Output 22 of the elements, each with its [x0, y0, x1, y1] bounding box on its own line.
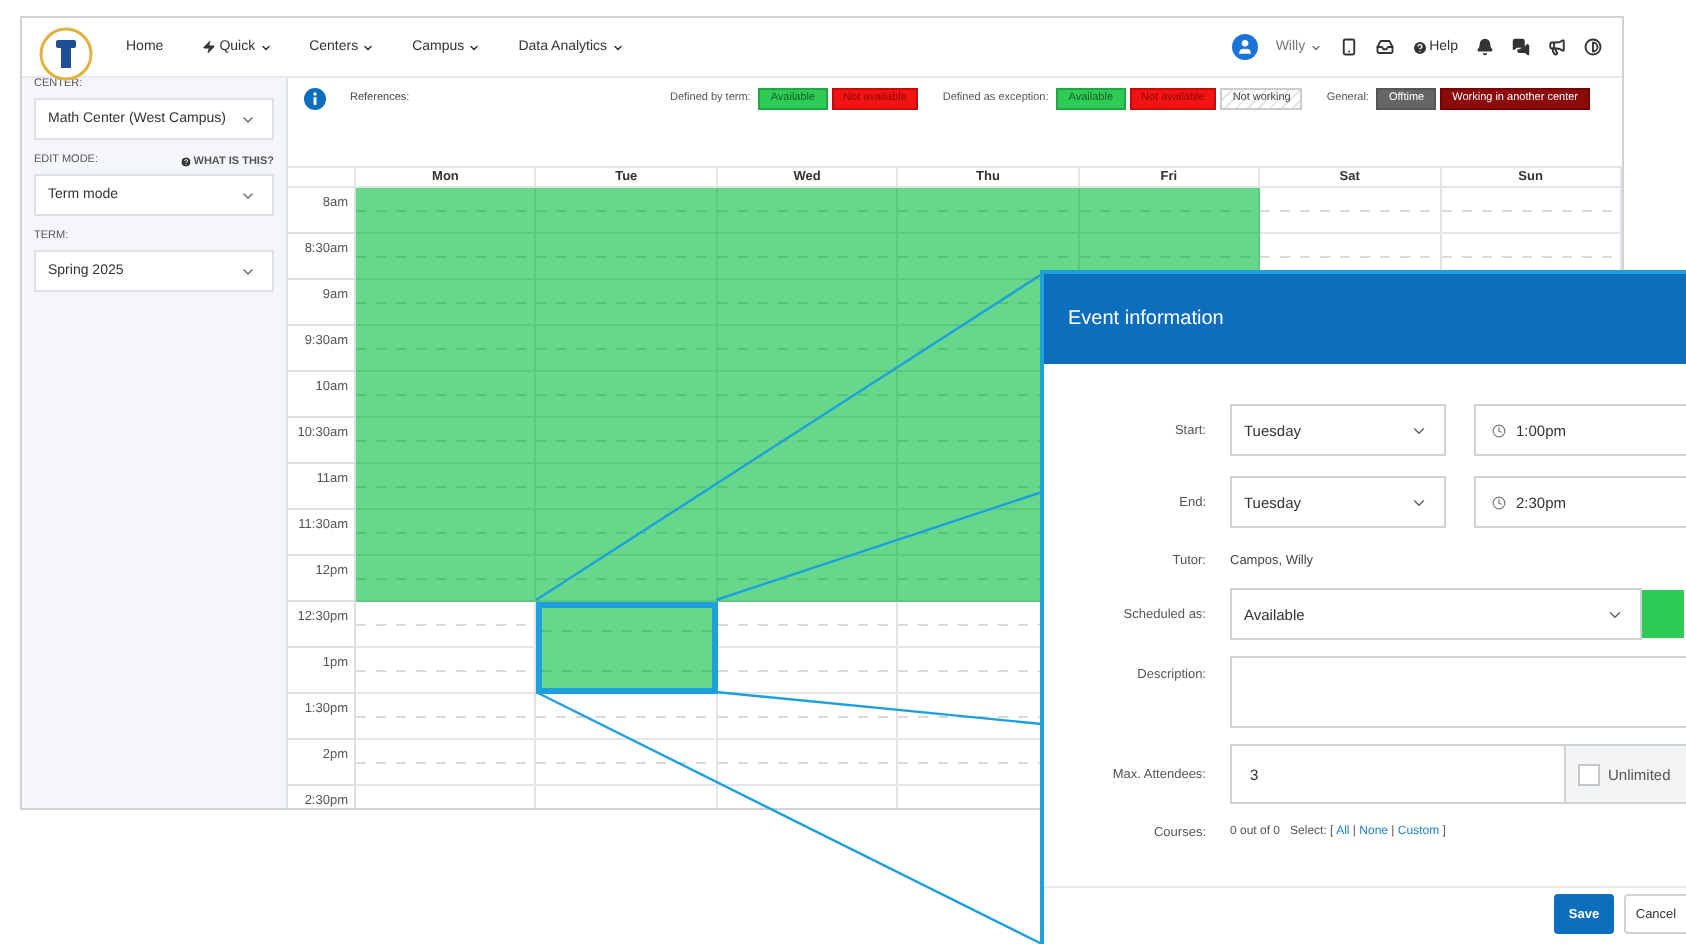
bolt-icon — [201, 40, 216, 54]
info-icon — [304, 87, 326, 109]
bell-icon[interactable] — [1476, 38, 1494, 56]
inbox-icon[interactable] — [1375, 38, 1394, 56]
clock-icon — [1492, 423, 1506, 437]
avatar-icon[interactable] — [1231, 34, 1258, 60]
megaphone-icon[interactable] — [1548, 38, 1566, 56]
caret-icon — [468, 41, 481, 53]
caret-icon — [1309, 41, 1322, 53]
clock-icon — [1492, 495, 1506, 509]
dialog-title: Event information — [1068, 308, 1224, 330]
status-swatch — [1642, 590, 1684, 638]
contrast-icon[interactable] — [1584, 38, 1602, 56]
caret-icon — [362, 41, 375, 53]
caret-icon — [259, 41, 272, 53]
description-field[interactable] — [1230, 656, 1686, 728]
help-icon — [1411, 39, 1428, 55]
chat-icon[interactable] — [1512, 38, 1530, 56]
help-icon — [179, 155, 192, 167]
caret-icon — [611, 41, 624, 53]
time-slot[interactable] — [898, 234, 1080, 280]
phone-icon[interactable] — [1339, 38, 1358, 56]
